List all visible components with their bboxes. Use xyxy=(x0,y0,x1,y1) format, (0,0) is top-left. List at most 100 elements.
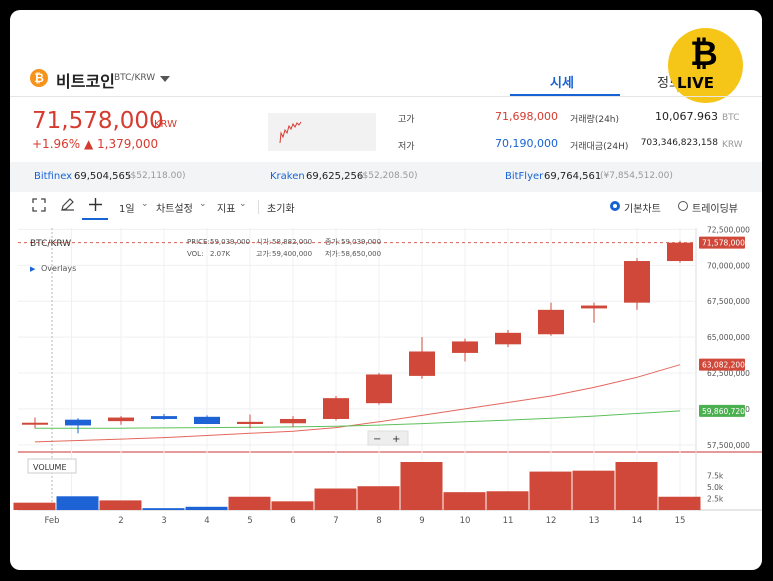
fullscreen-icon[interactable] xyxy=(32,198,46,212)
basic-chart-label[interactable]: 기본차트 xyxy=(624,200,661,215)
x-tick-label: 2 xyxy=(118,516,123,526)
volume-bar xyxy=(572,470,615,510)
volume-label: 거래량(24h) xyxy=(570,115,620,125)
exchange-jpy: (¥7,854,512.00) xyxy=(600,171,673,181)
moving-averages xyxy=(34,364,681,443)
amount-unit: KRW xyxy=(722,140,743,150)
volume-tick-label: 2.5k xyxy=(707,495,724,504)
ohlc-legend: BTC/KRW PRICE: 59,039,000 시가: 58,882,000… xyxy=(30,237,381,273)
divider xyxy=(10,96,762,97)
crosshair-icon[interactable] xyxy=(88,197,103,212)
interval-select[interactable]: 1일 xyxy=(119,200,135,215)
tradingview-label[interactable]: 트레이딩뷰 xyxy=(692,200,738,215)
tab-quotes[interactable]: 시세 xyxy=(550,72,574,91)
reset-button[interactable]: 초기화 xyxy=(267,200,295,215)
exchange-price: 69,504,565 xyxy=(74,171,132,182)
bitcoin-icon: ₿ xyxy=(30,69,48,87)
candle-body xyxy=(323,398,349,419)
legend-low: 58,650,000 xyxy=(341,250,381,258)
chevron-down-icon[interactable] xyxy=(160,76,170,82)
basic-chart-radio[interactable] xyxy=(610,201,620,211)
volume-bar xyxy=(99,500,142,510)
x-tick-label: 9 xyxy=(419,516,424,526)
volume-bar xyxy=(486,491,529,510)
divider xyxy=(258,200,259,214)
candle-body xyxy=(581,305,607,309)
volume-unit: BTC xyxy=(722,113,740,123)
exchange-bar: Bitfinex 69,504,565 ($52,118.00) Kraken … xyxy=(10,162,762,192)
exchange-name[interactable]: Bitfinex xyxy=(34,171,72,182)
exchange-price: 69,764,561 xyxy=(544,171,602,182)
volume-bar xyxy=(142,508,185,510)
chevron-down-icon[interactable]: ⌄ xyxy=(141,199,149,209)
x-tick-label: 12 xyxy=(546,516,557,526)
x-tick-label: 8 xyxy=(376,516,381,526)
amount-label: 거래대금(24H) xyxy=(570,142,629,152)
candle-body xyxy=(667,242,693,262)
price-change: +1.96% ▲ 1,379,000 xyxy=(32,137,159,151)
exchange-usd: ($52,118.00) xyxy=(127,171,186,181)
price-tag-label: 63,082,200 xyxy=(702,361,745,370)
volume-bar xyxy=(400,462,443,510)
candle-body xyxy=(194,416,220,424)
candle-body xyxy=(22,422,48,425)
legend-price-label: PRICE: xyxy=(187,238,210,246)
candle-body xyxy=(366,374,392,404)
volume-bar xyxy=(443,492,486,510)
zoom-controls[interactable]: − + xyxy=(367,430,409,446)
logo-b-icon: ₿ xyxy=(690,34,718,74)
legend-close-label: 종가: xyxy=(325,237,340,246)
x-tick-label: 14 xyxy=(632,516,643,526)
volume-bars xyxy=(13,462,701,510)
volume-label: VOLUME xyxy=(33,463,67,472)
price-tag-label: 71,578,000 xyxy=(702,239,745,248)
x-tick-label: 13 xyxy=(589,516,600,526)
chevron-down-icon[interactable]: ⌄ xyxy=(199,199,207,209)
coin-pair: BTC/KRW xyxy=(114,73,156,83)
candle-body xyxy=(495,332,521,345)
candle-body xyxy=(409,351,435,376)
sparkline xyxy=(268,113,376,151)
legend-high: 59,400,000 xyxy=(272,250,312,258)
x-tick-label: 5 xyxy=(247,516,252,526)
legend-high-label: 고가: xyxy=(256,249,271,258)
x-tick-label: 4 xyxy=(204,516,209,526)
legend-low-label: 저가: xyxy=(325,249,340,258)
legend-open-label: 시가: xyxy=(256,237,271,246)
volume-tick-label: 7.5k xyxy=(707,472,724,481)
candle-body xyxy=(237,421,263,424)
exchange-name[interactable]: BitFlyer xyxy=(505,171,543,182)
volume-header: VOLUME xyxy=(27,458,77,474)
price-tag-label: 59,860,720 xyxy=(702,407,745,416)
candlestick-chart[interactable]: 72,500,000 70,000,000 67,500,000 65,000,000… xyxy=(10,220,762,570)
candle-body xyxy=(65,419,91,426)
candle-body xyxy=(108,417,134,422)
legend-open: 58,882,000 xyxy=(272,238,312,246)
volume-bar xyxy=(658,496,701,510)
legend-close: 59,039,000 xyxy=(341,238,381,246)
chevron-down-icon[interactable]: ⌄ xyxy=(239,199,247,209)
volume-bar xyxy=(271,501,314,510)
legend-vol-label: VOL: xyxy=(187,250,203,258)
legend-price: 59,039,000 xyxy=(210,238,250,246)
pencil-icon[interactable] xyxy=(60,197,75,212)
live-logo: ₿ LIVE xyxy=(668,28,743,103)
tradingview-radio[interactable] xyxy=(678,201,688,211)
exchange-name[interactable]: Kraken xyxy=(270,171,305,182)
candle-body xyxy=(151,416,177,419)
volume-bar xyxy=(314,488,357,510)
logo-live-text: LIVE xyxy=(677,74,714,92)
y-tick-label: 67,500,000 xyxy=(707,297,750,306)
volume-value: 10,067.963 xyxy=(655,110,718,123)
x-tick-label: 6 xyxy=(290,516,295,526)
exchange-usd: ($52,208.50) xyxy=(359,171,418,181)
indicator-button[interactable]: 지표 xyxy=(217,200,235,215)
x-tick-label: 10 xyxy=(460,516,471,526)
chart-settings-button[interactable]: 차트설정 xyxy=(156,200,193,215)
app-frame: ₿ 비트코인 BTC/KRW 시세 정보 ₿ LIVE 71,578,000 K… xyxy=(10,10,762,570)
volume-bar xyxy=(357,486,400,510)
overlays-toggle-icon: ▶ xyxy=(30,265,36,273)
candle-body xyxy=(280,418,306,424)
overlays-label: Overlays xyxy=(41,264,76,273)
amount-value: 703,346,823,158 xyxy=(640,138,718,148)
